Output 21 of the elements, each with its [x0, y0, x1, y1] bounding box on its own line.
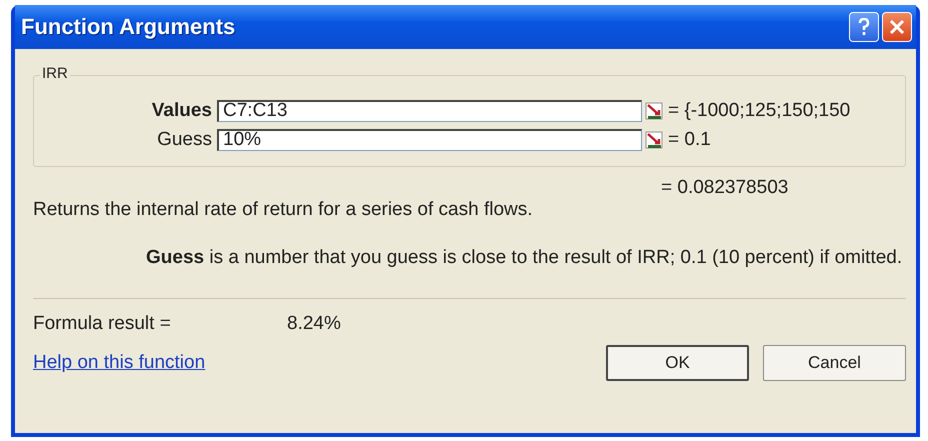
argument-result: = {-1000;125;150;150 [668, 100, 852, 122]
function-description: Returns the internal rate of return for a series of cash flows. [33, 199, 534, 221]
argument-label: Values [150, 100, 213, 122]
argument-label: Guess [156, 128, 213, 150]
argument-field[interactable]: C7:C13 [217, 100, 642, 122]
function-result: = 0.082378503 [661, 177, 790, 199]
argument-field[interactable]: 10% [217, 128, 642, 150]
close-icon [889, 19, 905, 35]
window-title: Function Arguments [21, 14, 236, 40]
help-link[interactable]: Help on this function [33, 352, 206, 374]
formula-result-label: Formula result = [33, 313, 172, 335]
ok-button[interactable]: OK [606, 345, 749, 381]
close-button[interactable] [882, 12, 912, 42]
formula-result-value: 8.24% [287, 313, 341, 335]
argument-result: = 0.1 [668, 128, 712, 150]
collapse-dialog-icon[interactable] [645, 102, 663, 120]
cancel-button[interactable]: Cancel [763, 345, 906, 381]
argument-description: Guess is a number that you guess is close to the result of IRR; 0.1 (10 percent) if omitted. [146, 247, 904, 268]
help-button[interactable] [849, 12, 879, 42]
collapse-dialog-icon[interactable] [645, 130, 663, 148]
question-mark-icon [857, 18, 871, 36]
